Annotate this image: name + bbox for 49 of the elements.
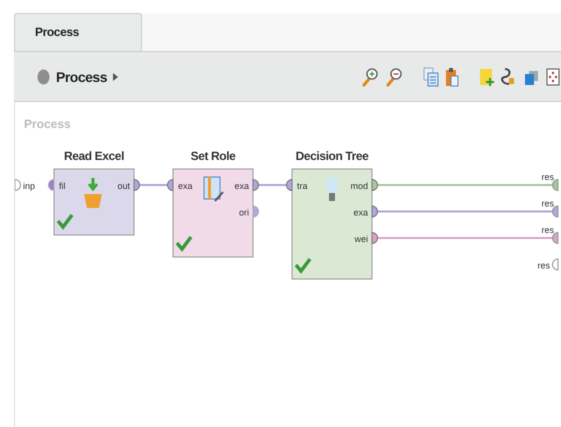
output-port[interactable] (252, 206, 259, 218)
port-label: wei (354, 234, 368, 244)
input-port[interactable] (286, 179, 292, 191)
process-icon (37, 68, 50, 84)
result-port[interactable] (552, 206, 558, 218)
result-port[interactable] (552, 232, 558, 244)
port-label: tra (297, 181, 308, 191)
port-label: res (537, 260, 550, 270)
clipboard-icon[interactable] (445, 66, 459, 86)
breadcrumb-link[interactable]: Process (56, 68, 107, 84)
operator-name: Set Role (190, 149, 236, 163)
output-port[interactable] (372, 206, 378, 218)
port-label: mod (350, 181, 368, 191)
port-label: out (117, 181, 130, 191)
operator-box[interactable] (54, 168, 134, 236)
process-input-port[interactable] (15, 179, 21, 191)
port-label: fil (59, 181, 66, 191)
port-label: inp (23, 181, 36, 191)
port-label: res (541, 172, 554, 182)
operator-name: Read Excel (64, 149, 124, 163)
port-label: exa (353, 208, 368, 218)
table-edit-icon (204, 176, 224, 202)
port-label: res (541, 198, 554, 208)
port-label: exa (234, 181, 249, 191)
canvas-title: Process (24, 117, 71, 131)
input-port[interactable] (167, 179, 174, 191)
port-label: res (541, 225, 554, 235)
operator-name: Decision Tree (296, 149, 368, 163)
process-tab[interactable]: Process (14, 13, 142, 51)
input-port[interactable] (48, 179, 54, 191)
caret-icon (112, 72, 118, 80)
zoom-in-icon[interactable] (361, 66, 379, 86)
frame-icon[interactable] (545, 66, 561, 86)
plug-icon[interactable] (501, 66, 517, 86)
zoom-out-icon[interactable] (385, 66, 403, 86)
download-tray-icon (84, 176, 102, 208)
output-port[interactable] (372, 179, 378, 191)
copy-icon[interactable] (423, 66, 439, 86)
operator-box[interactable] (172, 168, 254, 258)
output-port[interactable] (252, 179, 259, 191)
output-port[interactable] (134, 179, 140, 191)
light-bulb-icon (326, 177, 338, 201)
operator-box[interactable] (292, 168, 372, 280)
port-label: ori (238, 208, 249, 218)
add-note-icon[interactable] (479, 66, 495, 86)
output-port[interactable] (372, 232, 378, 244)
port-label: exa (178, 181, 193, 191)
result-port[interactable] (552, 258, 558, 270)
result-port[interactable] (552, 179, 558, 191)
